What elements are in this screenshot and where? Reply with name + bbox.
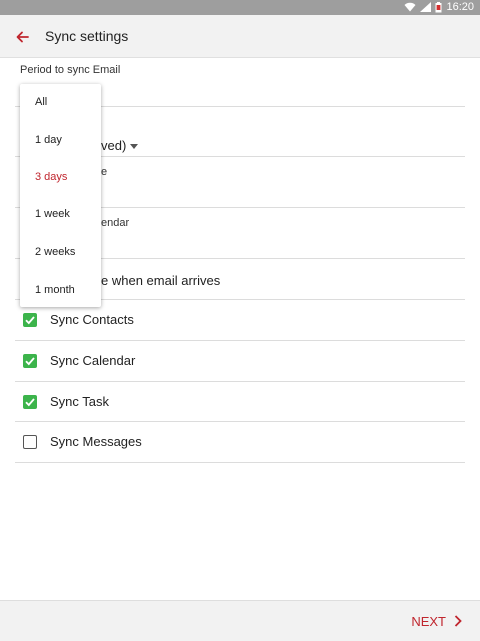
schedule-row-fragment[interactable]: ved) xyxy=(101,138,139,153)
sync-calendar-row[interactable]: Sync Calendar xyxy=(0,341,480,381)
next-label: NEXT xyxy=(411,613,446,629)
bottom-bar: NEXT xyxy=(0,600,480,641)
sync-messages-label: Sync Messages xyxy=(50,434,142,449)
sync-task-label: Sync Task xyxy=(50,394,110,409)
next-button[interactable]: NEXT xyxy=(411,612,462,630)
checkmark-icon xyxy=(25,398,35,407)
status-bar: 16:20 xyxy=(0,0,480,15)
sync-period-dropdown: All 1 day 3 days 1 week 2 weeks 1 month xyxy=(20,84,101,307)
dropdown-option-1-month[interactable]: 1 month xyxy=(35,284,75,296)
dropdown-option-all[interactable]: All xyxy=(35,96,47,108)
dropdown-option-1-day[interactable]: 1 day xyxy=(35,134,62,146)
divider xyxy=(15,462,465,463)
chevron-right-icon xyxy=(454,615,462,627)
sync-calendar-checkbox[interactable] xyxy=(23,354,37,368)
dropdown-option-2-weeks[interactable]: 2 weeks xyxy=(35,246,75,258)
sync-messages-checkbox[interactable] xyxy=(23,435,37,449)
battery-icon xyxy=(435,1,442,13)
row-fragment-5: e when email arrives xyxy=(101,273,221,288)
checkmark-icon xyxy=(25,316,35,325)
sync-contacts-checkbox[interactable] xyxy=(23,313,37,327)
dropdown-option-3-days[interactable]: 3 days xyxy=(35,171,67,183)
row-fragment-3: e xyxy=(101,166,108,178)
status-time: 16:20 xyxy=(446,1,474,13)
sync-contacts-label: Sync Contacts xyxy=(50,312,134,327)
app-bar: Sync settings xyxy=(0,15,480,58)
signal-icon xyxy=(420,2,432,12)
back-button[interactable] xyxy=(12,26,34,48)
wifi-icon xyxy=(404,2,416,12)
back-arrow-icon xyxy=(16,31,29,43)
sync-task-row[interactable]: Sync Task xyxy=(0,382,480,422)
dropdown-option-1-week[interactable]: 1 week xyxy=(35,208,70,220)
checkmark-icon xyxy=(25,357,35,366)
row-fragment-4: endar xyxy=(101,217,130,229)
sync-task-checkbox[interactable] xyxy=(23,395,37,409)
dropdown-caret-icon xyxy=(130,144,139,150)
section-label: Period to sync Email xyxy=(20,64,121,76)
page-title: Sync settings xyxy=(45,28,129,44)
sync-messages-row[interactable]: Sync Messages xyxy=(0,422,480,462)
sync-calendar-label: Sync Calendar xyxy=(50,353,136,368)
